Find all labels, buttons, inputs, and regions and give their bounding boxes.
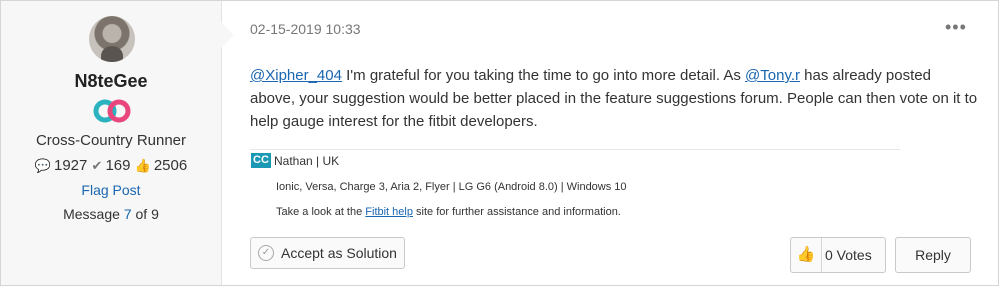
- signature-name: Nathan | UK: [274, 154, 340, 168]
- speech-bubble-icon: 💬: [34, 158, 51, 173]
- post-timestamp: 02-15-2019 10:33: [250, 21, 361, 37]
- accept-as-solution-button[interactable]: ✓ Accept as Solution: [250, 237, 405, 269]
- signature-divider: [250, 149, 900, 150]
- rank-label: Cross-Country Runner: [35, 132, 187, 149]
- thumbs-up-icon: 👍: [134, 158, 151, 173]
- mention-xipher[interactable]: @Xipher_404: [250, 67, 342, 84]
- fitbit-help-link[interactable]: Fitbit help: [365, 206, 413, 218]
- author-stats: 💬 1927 ✔ 169 👍 2506: [1, 157, 221, 174]
- posts-count: 1927: [53, 157, 88, 174]
- avatar[interactable]: [89, 16, 135, 62]
- panel-notch: [220, 21, 234, 49]
- message-count: Message 7 of 9: [63, 206, 159, 222]
- message-number-link[interactable]: 7: [124, 206, 132, 222]
- solutions-count: 169: [105, 157, 131, 174]
- signature-devices: Ionic, Versa, Charge 3, Aria 2, Flyer | …: [276, 181, 627, 193]
- kudos-count: 2506: [153, 157, 188, 174]
- author-name[interactable]: N8teGee: [1, 71, 221, 92]
- flag-post-link[interactable]: Flag Post: [1, 182, 221, 198]
- checkmark-icon: ✔: [91, 158, 103, 173]
- check-circle-icon: ✓: [258, 245, 274, 261]
- author-panel: N8teGee Cross-Country Runner 💬 1927 ✔ 169 …: [1, 1, 222, 285]
- votes-button[interactable]: 👍 0 Votes: [790, 237, 886, 273]
- post-card: N8teGee Cross-Country Runner 💬 1927 ✔ 169 …: [0, 0, 999, 286]
- votes-count: 0 Votes: [825, 247, 872, 263]
- thumbs-up-icon[interactable]: 👍: [791, 238, 822, 272]
- more-options-icon[interactable]: •••: [945, 17, 967, 38]
- signature-help: Take a look at the Fitbit help site for …: [276, 206, 621, 218]
- community-council-badge: CC: [251, 153, 271, 168]
- mention-tony[interactable]: @Tony.r: [745, 67, 800, 84]
- rank-badge-icon: [93, 99, 131, 123]
- post-body: @Xipher_404 I'm grateful for you taking …: [250, 67, 978, 130]
- reply-button[interactable]: Reply: [895, 237, 971, 273]
